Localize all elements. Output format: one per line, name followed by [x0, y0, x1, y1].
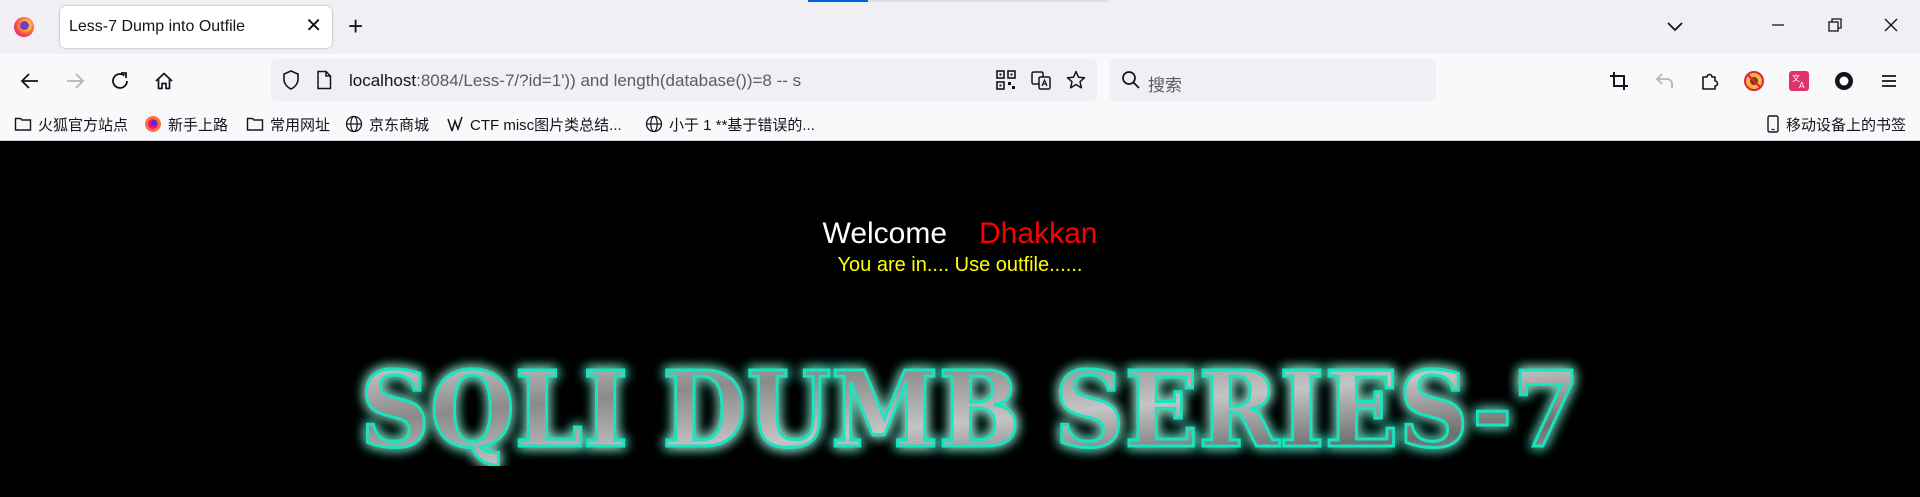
- search-placeholder: 搜索: [1148, 76, 1182, 95]
- url-bar[interactable]: localhost:8084/Less-7/?id=1')) and lengt…: [271, 59, 1097, 101]
- bookmark-item[interactable]: 小于 1 **基于错误的...: [645, 113, 815, 135]
- firefox-icon: [145, 116, 161, 132]
- reload-icon[interactable]: [106, 67, 134, 95]
- translate-extension-icon[interactable]: 文A: [1785, 67, 1813, 95]
- welcome-line: Welcome Dhakkan: [0, 217, 1920, 251]
- close-window-icon[interactable]: [1878, 14, 1904, 40]
- svg-text:A: A: [1799, 81, 1805, 90]
- bookmark-label: 小于 1 **基于错误的...: [669, 116, 815, 134]
- search-box[interactable]: 搜索: [1110, 59, 1436, 101]
- ctf-icon: [447, 116, 463, 132]
- search-icon: [1121, 70, 1141, 95]
- banner-title: SQLI DUMB SERIES-7: [360, 348, 1580, 466]
- status-message: You are in.... Use outfile......: [837, 254, 1083, 276]
- url-text[interactable]: localhost:8084/Less-7/?id=1')) and lengt…: [349, 71, 801, 91]
- series-banner: SQLI DUMB SERIES-7: [359, 347, 1582, 467]
- tab-active[interactable]: Less-7 Dump into Outfile ✕: [60, 6, 332, 48]
- page-content: Welcome Dhakkan You are in.... Use outfil…: [0, 141, 1920, 497]
- bookmark-label: 新手上路: [168, 116, 229, 134]
- menu-hamburger-icon[interactable]: [1875, 67, 1903, 95]
- bookmark-label: 火狐官方站点: [38, 116, 129, 134]
- welcome-text: Welcome: [822, 217, 948, 250]
- globe-icon: [345, 115, 363, 133]
- screenshot-crop-icon[interactable]: [1605, 67, 1633, 95]
- bookmark-label: CTF misc图片类总结...: [470, 116, 622, 134]
- chevron-down-icon[interactable]: [1664, 15, 1686, 42]
- globe-icon: [645, 115, 663, 133]
- folder-icon: [14, 117, 32, 131]
- undo-icon[interactable]: [1651, 67, 1679, 95]
- minimize-icon[interactable]: [1765, 14, 1791, 40]
- mobile-bookmarks-item[interactable]: 移动设备上的书签: [1766, 113, 1906, 135]
- bookmark-star-icon[interactable]: [1065, 69, 1087, 96]
- page-icon[interactable]: [316, 70, 332, 95]
- tab-strip: Less-7 Dump into Outfile ✕ +: [0, 0, 1920, 54]
- bookmark-item[interactable]: 火狐官方站点: [14, 113, 128, 135]
- bookmark-item[interactable]: CTF misc图片类总结...: [446, 113, 622, 135]
- back-arrow-icon[interactable]: [16, 67, 44, 95]
- restore-icon[interactable]: [1822, 14, 1848, 40]
- shield-icon[interactable]: [281, 69, 301, 96]
- bookmark-label: 常用网址: [270, 116, 331, 134]
- home-icon[interactable]: [150, 67, 178, 95]
- record-extension-icon[interactable]: [1830, 67, 1858, 95]
- user-name: Dhakkan: [979, 217, 1098, 250]
- forward-arrow-icon[interactable]: [61, 67, 89, 95]
- bookmark-label: 移动设备上的书签: [1786, 116, 1907, 134]
- bookmark-item[interactable]: 新手上路: [144, 113, 228, 135]
- translate-icon[interactable]: [1030, 69, 1052, 96]
- close-tab-icon[interactable]: ✕: [305, 15, 322, 37]
- url-path: :8084/Less-7/?id=1')) and length(databas…: [416, 71, 802, 90]
- firefox-icon[interactable]: [14, 17, 34, 37]
- tab-title: Less-7 Dump into Outfile: [69, 18, 246, 35]
- bookmarks-toolbar: 火狐官方站点 新手上路 常用网址 京东商城 CTF misc图片类总结... 小…: [0, 107, 1920, 141]
- qr-code-icon[interactable]: [995, 69, 1017, 96]
- extensions-puzzle-icon[interactable]: [1696, 67, 1724, 95]
- tab-strip-accent-secondary: [868, 0, 1108, 2]
- folder-icon: [246, 117, 264, 131]
- bookmark-item[interactable]: 常用网址: [246, 113, 330, 135]
- navigation-toolbar: localhost:8084/Less-7/?id=1')) and lengt…: [0, 54, 1920, 107]
- tab-strip-accent: [808, 0, 868, 2]
- url-host: localhost: [349, 71, 417, 90]
- bookmark-label: 京东商城: [369, 116, 430, 134]
- blocker-extension-icon[interactable]: [1740, 67, 1768, 95]
- bookmark-item[interactable]: 京东商城: [345, 113, 429, 135]
- new-tab-button[interactable]: +: [348, 12, 363, 40]
- mobile-icon: [1767, 115, 1779, 133]
